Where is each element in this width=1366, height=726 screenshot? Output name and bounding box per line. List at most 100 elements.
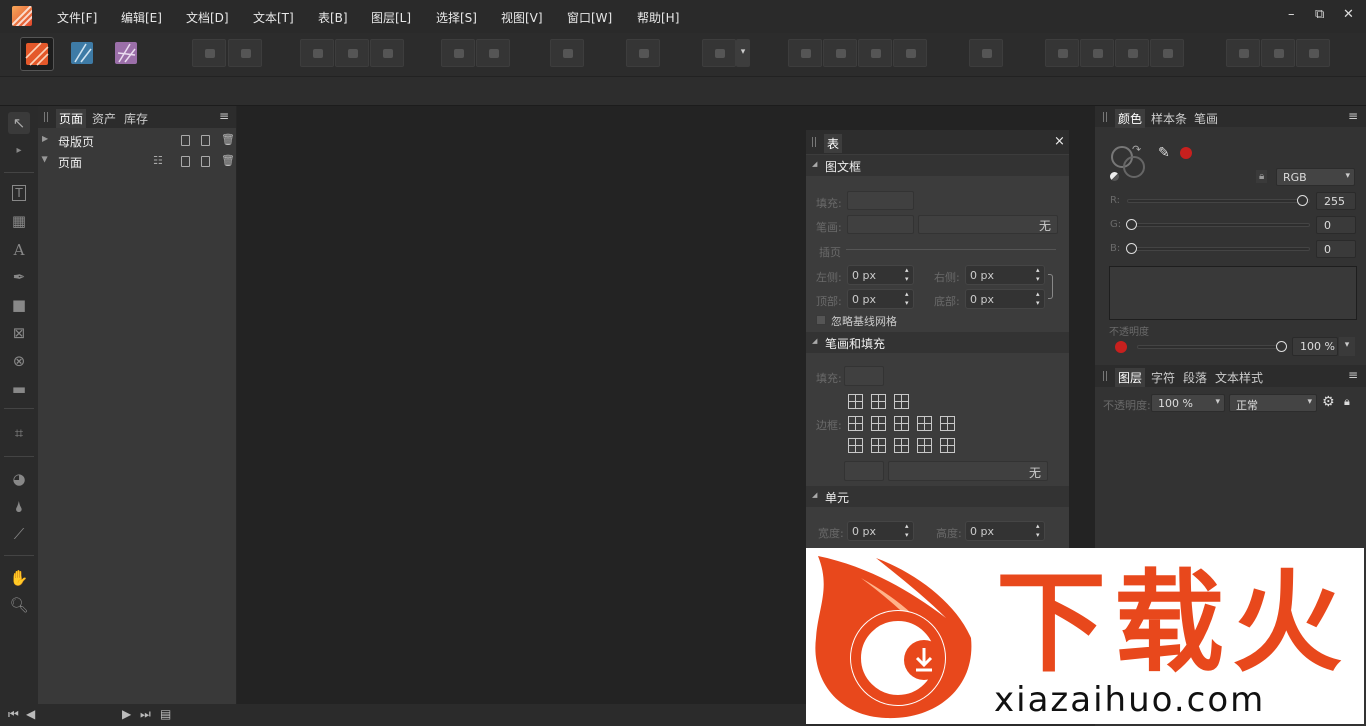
text-frame-tool-icon[interactable]: T (8, 182, 30, 204)
menu-window[interactable]: 窗口[W] (567, 9, 612, 26)
toolbar-button-21[interactable] (1261, 39, 1295, 67)
node-tool-icon[interactable]: ▸ (8, 139, 30, 161)
menu-select[interactable]: 选择[S] (436, 9, 477, 26)
toolbar-button-14[interactable] (893, 39, 927, 67)
fill-swatch[interactable] (847, 191, 914, 210)
fill-tool-icon[interactable]: ◕ (8, 468, 30, 490)
right-inset-field[interactable]: 0 px (965, 265, 1045, 285)
toolbar-button-10[interactable] (702, 39, 736, 67)
tab-stock[interactable]: 库存 (121, 109, 151, 128)
slider-knob[interactable] (1126, 243, 1137, 254)
menu-text[interactable]: 文本[T] (253, 9, 294, 26)
close-window-button[interactable]: ✕ (1343, 7, 1354, 22)
border-right-icon[interactable] (871, 416, 886, 431)
color-picker-tool-icon[interactable]: ⟋ (8, 523, 30, 545)
designer-persona-button[interactable] (66, 37, 100, 71)
hand-tool-icon[interactable]: ✋ (8, 567, 30, 589)
transparency-tool-icon[interactable]: 🌢 (8, 496, 30, 518)
section-cell[interactable]: ◢ 单元 (806, 486, 1069, 507)
border-top-icon[interactable] (894, 416, 909, 431)
toolbar-button-19[interactable] (1150, 39, 1184, 67)
tab-stroke[interactable]: 笔画 (1191, 109, 1221, 128)
ignore-baseline-checkbox[interactable] (816, 315, 826, 325)
minimize-button[interactable]: – (1288, 7, 1295, 22)
border-all-icon[interactable] (848, 394, 863, 409)
panel-grip-icon[interactable] (44, 112, 48, 122)
trash-icon-2[interactable]: 🗑︎ (221, 154, 235, 167)
b-slider[interactable] (1126, 243, 1310, 254)
lock-icon[interactable]: 🔒︎ (1256, 170, 1268, 183)
panel-menu-icon[interactable]: ≡ (1348, 109, 1358, 123)
tab-table[interactable]: 表 (824, 134, 843, 153)
border-horizontal-icon[interactable] (940, 416, 955, 431)
toolbar-button-5[interactable] (370, 39, 404, 67)
toolbar-button-20[interactable] (1226, 39, 1260, 67)
toolbar-button-22[interactable] (1296, 39, 1330, 67)
toolbar-button-9[interactable] (626, 39, 660, 67)
toolbar-button-4[interactable] (335, 39, 369, 67)
default-colors-icon[interactable] (1110, 172, 1119, 181)
last-page-icon[interactable]: ⏭ (140, 707, 151, 722)
menu-document[interactable]: 文档[D] (186, 9, 229, 26)
panel-menu-icon[interactable]: ≡ (1348, 368, 1358, 382)
tab-character[interactable]: 字符 (1148, 368, 1178, 387)
toolbar-button-12[interactable] (823, 39, 857, 67)
cell-height-field[interactable]: 0 px (965, 521, 1045, 541)
ellipse-frame-tool-icon[interactable]: ⊗ (8, 350, 30, 372)
panel-grip-icon[interactable] (1103, 371, 1107, 381)
toolbar-button-2[interactable] (228, 39, 262, 67)
tab-pages[interactable]: 页面 (56, 109, 87, 128)
border-vertical-icon[interactable] (848, 438, 863, 453)
stroke-circle-icon[interactable] (1123, 156, 1145, 178)
tab-color[interactable]: 颜色 (1115, 109, 1146, 128)
toolbar-button-11[interactable] (788, 39, 822, 67)
menu-file[interactable]: 文件[F] (57, 9, 97, 26)
border-color-swatch[interactable] (844, 461, 884, 481)
expand-arrow-icon[interactable]: ▶ (42, 134, 48, 143)
color-model-dropdown[interactable]: RGB (1276, 168, 1355, 186)
close-icon[interactable]: × (1054, 134, 1065, 149)
swap-icon[interactable]: ↷ (1132, 143, 1141, 156)
trash-icon[interactable]: 🗑︎ (221, 133, 235, 146)
menu-table[interactable]: 表[B] (318, 9, 348, 26)
rectangle-tool-icon[interactable]: ■ (8, 294, 30, 316)
g-slider[interactable] (1126, 219, 1310, 230)
blend-mode-dropdown[interactable]: 正常 (1229, 394, 1317, 412)
slider-knob[interactable] (1126, 219, 1137, 230)
toolbar-button-8[interactable] (550, 39, 584, 67)
slider-knob[interactable] (1276, 341, 1287, 352)
menu-layer[interactable]: 图层[L] (371, 9, 411, 26)
gear-icon[interactable]: ⚙ (1322, 394, 1335, 410)
pages-overview-icon[interactable]: ▤ (160, 707, 171, 721)
artistic-text-tool-icon[interactable]: A (8, 239, 30, 261)
bottom-inset-field[interactable]: 0 px (965, 289, 1045, 309)
list-item-master-pages[interactable]: ▶ 母版页 🗑︎ (38, 130, 237, 151)
cell-fill-swatch[interactable] (844, 366, 884, 386)
stroke-swatch[interactable] (847, 215, 914, 234)
tab-layers[interactable]: 图层 (1115, 368, 1146, 387)
publisher-persona-button[interactable] (20, 37, 54, 71)
collapse-arrow-icon[interactable]: ▶ (41, 156, 50, 162)
border-bottom-icon[interactable] (917, 416, 932, 431)
toolbar-button-7[interactable] (476, 39, 510, 67)
border-none-icon[interactable] (940, 438, 955, 453)
lock-icon[interactable]: 🔒︎ (1344, 395, 1350, 409)
move-tool-icon[interactable]: ↖ (8, 112, 30, 134)
toolbar-button-16[interactable] (1045, 39, 1079, 67)
border-inner-h-icon[interactable] (871, 438, 886, 453)
opacity-value-field[interactable]: 100 % (1292, 337, 1338, 356)
picture-frame-tool-icon[interactable]: ⊠ (8, 322, 30, 344)
toolbar-button-17[interactable] (1080, 39, 1114, 67)
dropdown-arrow-icon[interactable]: ▾ (1339, 337, 1355, 356)
add-pages-icon[interactable] (201, 135, 210, 146)
add-page-icon-2[interactable] (181, 156, 190, 167)
page-layout-icon[interactable]: ☷ (153, 154, 163, 167)
tab-swatches[interactable]: 样本条 (1148, 109, 1190, 128)
table-tool-icon[interactable]: ▦ (8, 210, 30, 232)
link-insets-icon[interactable] (1048, 274, 1053, 299)
left-inset-field[interactable]: 0 px (847, 265, 914, 285)
b-value-field[interactable]: 0 (1316, 240, 1356, 258)
next-page-icon[interactable]: ▶ (122, 707, 131, 721)
border-outer-icon[interactable] (894, 394, 909, 409)
layer-opacity-dropdown[interactable]: 100 % (1151, 394, 1225, 412)
